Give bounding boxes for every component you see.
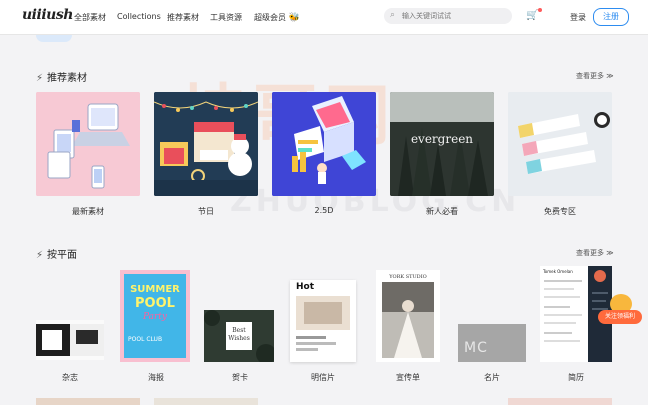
magazine-image [36, 320, 104, 360]
nav-super-vip[interactable]: 超级会员 🐝 [254, 12, 300, 23]
follow-gift-button[interactable]: 关注领福利 [598, 294, 646, 328]
login-link[interactable]: 登录 [570, 12, 586, 23]
item-flyer[interactable]: YORK STUDIO [376, 270, 440, 362]
next-row-preview [154, 398, 258, 405]
search-icon: ⌕ [390, 10, 396, 20]
greeting-card-text-1: Best [232, 327, 246, 334]
festival-illustration [154, 92, 258, 196]
search-box[interactable]: ⌕ [384, 8, 512, 24]
poster-club: POOL CLUB [128, 336, 163, 343]
bee-icon: 🐝 [288, 13, 300, 23]
search-input[interactable] [402, 10, 506, 22]
scroll-indicator [36, 35, 72, 42]
item-business-card[interactable]: MC [458, 324, 526, 362]
next-row-preview [508, 398, 612, 405]
laptop-illustration [36, 92, 140, 196]
poster-script: Party [142, 312, 168, 322]
business-card-text: MC [464, 340, 488, 356]
tickets-illustration [508, 92, 612, 196]
register-button[interactable]: 注册 [593, 8, 629, 26]
item-resume-label: 简历 [568, 373, 584, 382]
card-latest[interactable] [36, 92, 140, 196]
nav-tools[interactable]: 工具资源 [210, 12, 242, 23]
item-magazine[interactable] [36, 320, 104, 360]
poster-subtitle: POOL [135, 296, 175, 311]
section-recommended-title: ⚡ 推荐素材 [36, 69, 87, 84]
card-free-zone[interactable] [508, 92, 612, 196]
card-2-5d-label: 2.5D [314, 206, 334, 215]
card-newcomer-image-text: evergreen [410, 132, 474, 146]
top-header: uiiiush 全部素材 Collections 推荐素材 工具资源 超级会员 … [0, 0, 648, 35]
site-logo[interactable]: uiiiush [22, 7, 73, 23]
section-print-label: 按平面 [47, 250, 78, 261]
card-newcomer[interactable]: evergreen [390, 92, 494, 196]
section-recommended-label: 推荐素材 [47, 73, 88, 84]
card-newcomer-label: 新人必看 [426, 207, 458, 216]
bolt-icon: ⚡ [36, 250, 44, 261]
nav-super-vip-label: 超级会员 [254, 13, 286, 22]
greeting-card-text-2: Wishes [228, 335, 250, 342]
nav-collections[interactable]: Collections [117, 12, 161, 21]
cart-badge [538, 8, 543, 12]
card-festival-label: 节日 [198, 207, 214, 216]
item-postcard[interactable]: Hot [290, 280, 356, 362]
cart-icon[interactable]: 🛒 [526, 8, 543, 21]
next-row-preview [36, 398, 140, 405]
nav-recommended[interactable]: 推荐素材 [167, 12, 199, 23]
nav-all-materials[interactable]: 全部素材 [74, 12, 106, 23]
item-greeting-card[interactable]: Best Wishes [204, 310, 274, 362]
card-2-5d[interactable] [272, 92, 376, 196]
bolt-icon: ⚡ [36, 73, 44, 84]
flyer-image [382, 282, 434, 358]
isometric-illustration [272, 92, 376, 196]
section-print-title: ⚡ 按平面 [36, 246, 77, 261]
card-latest-label: 最新素材 [72, 207, 104, 216]
card-festival[interactable] [154, 92, 258, 196]
card-free-zone-label: 免费专区 [544, 207, 576, 216]
poster-title: SUMMER [130, 284, 180, 295]
postcard-image [296, 296, 350, 351]
follow-gift-label: 关注领福利 [598, 310, 642, 324]
item-poster[interactable]: SUMMER POOL Party POOL CLUB [120, 270, 190, 362]
section-recommended-more[interactable]: 查看更多 ≫ [576, 71, 614, 81]
section-print-more[interactable]: 查看更多 ≫ [576, 248, 614, 258]
